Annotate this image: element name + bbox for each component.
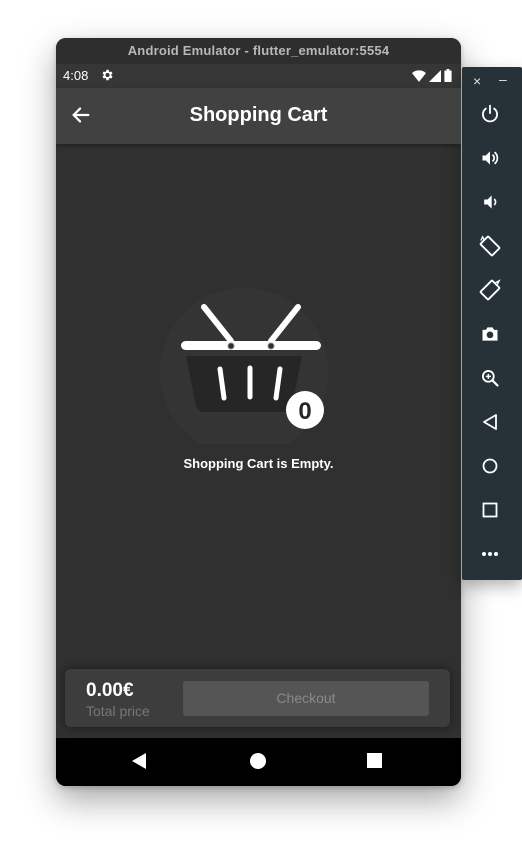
android-nav-bar xyxy=(56,738,461,786)
wifi-icon xyxy=(412,69,426,82)
checkout-button[interactable]: Checkout xyxy=(183,681,429,716)
app-bar: Shopping Cart xyxy=(56,88,461,144)
empty-basket-illustration: 0 xyxy=(156,284,336,456)
basket-body xyxy=(186,356,302,412)
page-title: Shopping Cart xyxy=(189,104,328,126)
zoom-icon[interactable] xyxy=(478,366,502,390)
side-toolbar-header: × – xyxy=(462,71,522,89)
emulator-side-toolbar: × – xyxy=(462,67,522,580)
total-price-value: 0.00€ xyxy=(86,680,134,701)
status-icons xyxy=(412,69,452,82)
total-price-label: Total price xyxy=(86,703,150,719)
nav-back-icon[interactable] xyxy=(130,752,150,772)
signal-icon xyxy=(429,69,441,82)
rotate-right-icon[interactable] xyxy=(478,278,502,302)
basket-rim xyxy=(181,341,321,350)
close-icon[interactable]: × xyxy=(473,73,481,89)
status-time: 4:08 xyxy=(63,68,89,83)
volume-down-icon[interactable] xyxy=(478,190,502,214)
back-icon[interactable] xyxy=(478,410,502,434)
camera-icon[interactable] xyxy=(478,322,502,346)
cart-summary-card: 0.00€ Total price Checkout xyxy=(65,669,450,727)
battery-icon xyxy=(444,69,452,82)
home-icon[interactable] xyxy=(478,454,502,478)
status-bar: 4:08 xyxy=(56,64,461,88)
emulator-window: Android Emulator - flutter_emulator:5554… xyxy=(56,38,461,786)
more-icon[interactable] xyxy=(478,542,502,566)
cart-content: 0 Shopping Cart is Empty. 0.00€ Total pr… xyxy=(56,144,461,738)
settings-gear-icon xyxy=(100,68,114,87)
nav-home-icon[interactable] xyxy=(249,752,269,772)
empty-cart-message: Shopping Cart is Empty. xyxy=(183,456,334,471)
cart-count: 0 xyxy=(298,398,311,425)
overview-icon[interactable] xyxy=(478,498,502,522)
rotate-left-icon[interactable] xyxy=(478,234,502,258)
window-title: Android Emulator - flutter_emulator:5554 xyxy=(56,38,461,64)
nav-overview-icon[interactable] xyxy=(367,752,387,772)
minimize-icon[interactable]: – xyxy=(499,71,507,87)
volume-up-icon[interactable] xyxy=(478,146,502,170)
power-icon[interactable] xyxy=(478,102,502,126)
